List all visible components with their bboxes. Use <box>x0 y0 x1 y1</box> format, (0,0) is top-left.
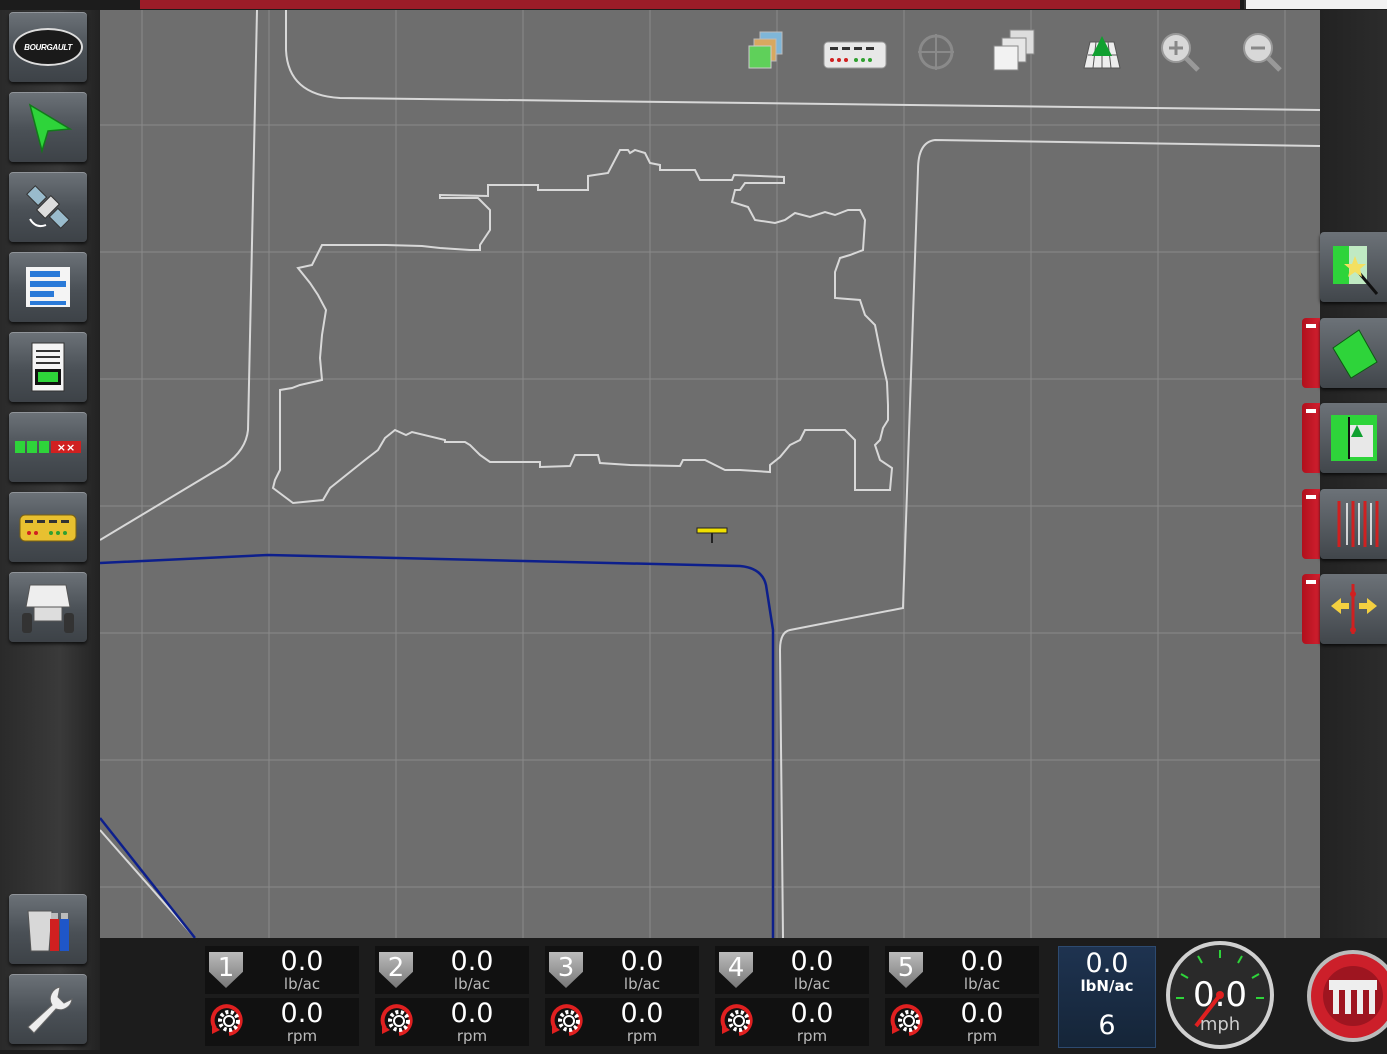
speed-unit: rpm <box>966 1027 998 1045</box>
guidance-lines-icon <box>1337 501 1378 547</box>
nudge-icon <box>1330 584 1377 634</box>
speed-value: 0.0 <box>450 998 494 1029</box>
green-arrow-icon <box>28 103 73 154</box>
vehicle-marker <box>696 527 728 543</box>
field-boundary-tab[interactable] <box>1302 318 1320 388</box>
satellite-icon <box>26 185 70 229</box>
master-switch-icon <box>1307 950 1387 1042</box>
rate-value: 0.0 <box>620 946 664 977</box>
bourgault-logo-button[interactable]: BOURGAULT <box>9 12 87 82</box>
zoom-out-icon[interactable] <box>1238 28 1286 76</box>
gear-icon <box>720 1004 753 1036</box>
gear-icon <box>890 1004 923 1036</box>
rate-value: 0.0 <box>280 946 324 977</box>
target-rate-value: 0.0 <box>1085 948 1129 979</box>
mini-views-button[interactable] <box>9 252 87 322</box>
gear-icon <box>380 1004 413 1036</box>
implement-button[interactable] <box>9 492 87 562</box>
speedometer: 0.0 mph <box>1162 938 1278 1050</box>
guidance-lines-tab[interactable] <box>1302 489 1320 559</box>
rate-value: 0.0 <box>790 946 834 977</box>
headland-button[interactable] <box>1320 403 1387 473</box>
target-rate-panel[interactable]: 0.0 lbN/ac 6 <box>1058 946 1156 1048</box>
zoom-in-icon[interactable] <box>1156 28 1204 76</box>
gear-icon <box>550 1004 583 1036</box>
field-boundaries <box>100 10 1320 938</box>
field-map[interactable] <box>100 10 1320 938</box>
headland-tab[interactable] <box>1302 403 1320 473</box>
target-rate-unit: lbN/ac <box>1080 977 1134 995</box>
job-report-button[interactable] <box>9 332 87 402</box>
headland-icon <box>1330 415 1377 461</box>
boundary-wizard-icon <box>1332 246 1378 295</box>
product-number: 6 <box>1098 1010 1116 1041</box>
speed-value: 0.0 <box>1193 975 1247 1015</box>
rate-unit: lb/ac <box>283 975 321 993</box>
guidance-path <box>100 553 775 938</box>
speed-unit: rpm <box>286 1027 318 1045</box>
wrench-icon <box>27 986 73 1034</box>
speed-value: 0.0 <box>620 998 664 1029</box>
nudge-button[interactable] <box>1320 574 1387 644</box>
guidance-button[interactable] <box>9 92 87 162</box>
setup-button[interactable] <box>9 974 87 1044</box>
bourgault-logo: BOURGAULT <box>13 28 83 66</box>
guidance-lines-button[interactable] <box>1320 489 1387 559</box>
speed-value: 0.0 <box>790 998 834 1029</box>
implement-view-icon[interactable] <box>822 28 888 76</box>
speed-value: 0.0 <box>960 998 1004 1029</box>
bars-icon <box>26 267 70 307</box>
views-icon[interactable] <box>992 28 1040 76</box>
title-bar <box>140 0 1240 9</box>
rate-unit: lb/ac <box>453 975 491 993</box>
usb-trash-icon <box>27 910 69 952</box>
center-icon[interactable] <box>912 28 960 76</box>
section-status-3[interactable]: 3 0.0 lb/ac 0.0 rpm <box>535 946 699 1046</box>
map-canvas <box>100 10 1320 938</box>
gear-icon <box>210 1004 243 1036</box>
field-boundary-button[interactable] <box>1320 318 1387 388</box>
cart-icon <box>22 584 74 633</box>
section-status-4[interactable]: 4 0.0 lb/ac 0.0 rpm <box>705 946 869 1046</box>
rate-unit: lb/ac <box>963 975 1001 993</box>
field-boundary-icon <box>1331 329 1378 379</box>
rate-unit: lb/ac <box>623 975 661 993</box>
section-status-2[interactable]: 2 0.0 lb/ac 0.0 rpm <box>365 946 529 1046</box>
layers-icon[interactable] <box>746 28 794 76</box>
section-status-5[interactable]: 5 0.0 lb/ac 0.0 rpm <box>875 946 1039 1046</box>
implement-icon <box>19 514 77 542</box>
speed-unit: rpm <box>456 1027 488 1045</box>
air-cart-button[interactable] <box>9 572 87 642</box>
rate-unit: lb/ac <box>793 975 831 993</box>
guidance-path-2 <box>100 817 196 938</box>
gps-satellite-button[interactable] <box>9 172 87 242</box>
master-switch-button[interactable] <box>1305 946 1387 1046</box>
speed-unit: rpm <box>796 1027 828 1045</box>
right-sidebar <box>1320 10 1387 940</box>
rate-value: 0.0 <box>450 946 494 977</box>
data-transfer-button[interactable] <box>9 894 87 964</box>
speed-value: 0.0 <box>280 998 324 1029</box>
boundary-wizard-button[interactable] <box>1320 232 1387 302</box>
section-off-mark: ×× <box>57 441 75 454</box>
rate-value: 0.0 <box>960 946 1004 977</box>
section-status-1[interactable]: 1 0.0 lb/ac 0.0 rpm <box>195 946 359 1046</box>
report-icon <box>31 342 65 392</box>
title-bar-right <box>1244 0 1387 9</box>
section-status-button[interactable]: ×× <box>9 412 87 482</box>
speed-unit: mph <box>1200 1014 1240 1035</box>
speed-unit: rpm <box>626 1027 658 1045</box>
nudge-tab[interactable] <box>1302 574 1320 644</box>
sections-icon: ×× <box>15 441 81 454</box>
map-grid <box>100 10 1320 938</box>
perspective-icon[interactable] <box>1078 28 1126 76</box>
